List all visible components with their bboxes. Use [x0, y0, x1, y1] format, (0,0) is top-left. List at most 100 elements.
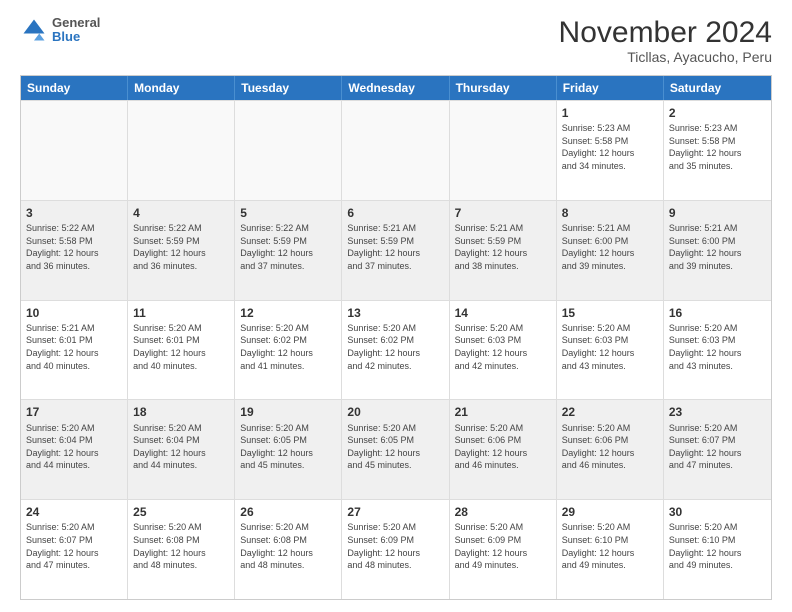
day-number: 27: [347, 504, 443, 520]
cell-info: Sunrise: 5:20 AM Sunset: 6:05 PM Dayligh…: [347, 422, 443, 472]
calendar-cell: 15Sunrise: 5:20 AM Sunset: 6:03 PM Dayli…: [557, 301, 664, 400]
calendar-day-header: Tuesday: [235, 76, 342, 100]
day-number: 16: [669, 305, 766, 321]
cell-info: Sunrise: 5:21 AM Sunset: 6:01 PM Dayligh…: [26, 322, 122, 372]
calendar-row: 3Sunrise: 5:22 AM Sunset: 5:58 PM Daylig…: [21, 200, 771, 300]
page: General Blue November 2024 Ticllas, Ayac…: [0, 0, 792, 612]
day-number: 8: [562, 205, 658, 221]
cell-info: Sunrise: 5:20 AM Sunset: 6:03 PM Dayligh…: [562, 322, 658, 372]
cell-info: Sunrise: 5:20 AM Sunset: 6:06 PM Dayligh…: [455, 422, 551, 472]
logo-line2: Blue: [52, 30, 100, 44]
calendar-body: 1Sunrise: 5:23 AM Sunset: 5:58 PM Daylig…: [21, 100, 771, 599]
calendar-cell: 8Sunrise: 5:21 AM Sunset: 6:00 PM Daylig…: [557, 201, 664, 300]
calendar-cell: 11Sunrise: 5:20 AM Sunset: 6:01 PM Dayli…: [128, 301, 235, 400]
cell-info: Sunrise: 5:20 AM Sunset: 6:08 PM Dayligh…: [133, 521, 229, 571]
logo: General Blue: [20, 16, 100, 45]
cell-info: Sunrise: 5:22 AM Sunset: 5:59 PM Dayligh…: [240, 222, 336, 272]
day-number: 20: [347, 404, 443, 420]
calendar-day-header: Monday: [128, 76, 235, 100]
calendar-cell: 13Sunrise: 5:20 AM Sunset: 6:02 PM Dayli…: [342, 301, 449, 400]
day-number: 22: [562, 404, 658, 420]
calendar-cell: [21, 101, 128, 200]
day-number: 14: [455, 305, 551, 321]
cell-info: Sunrise: 5:20 AM Sunset: 6:09 PM Dayligh…: [455, 521, 551, 571]
logo-icon: [20, 16, 48, 44]
calendar-cell: 29Sunrise: 5:20 AM Sunset: 6:10 PM Dayli…: [557, 500, 664, 599]
calendar-cell: 6Sunrise: 5:21 AM Sunset: 5:59 PM Daylig…: [342, 201, 449, 300]
cell-info: Sunrise: 5:21 AM Sunset: 6:00 PM Dayligh…: [562, 222, 658, 272]
day-number: 25: [133, 504, 229, 520]
calendar-cell: 4Sunrise: 5:22 AM Sunset: 5:59 PM Daylig…: [128, 201, 235, 300]
day-number: 21: [455, 404, 551, 420]
calendar-cell: 10Sunrise: 5:21 AM Sunset: 6:01 PM Dayli…: [21, 301, 128, 400]
title-block: November 2024 Ticllas, Ayacucho, Peru: [559, 16, 772, 65]
day-number: 17: [26, 404, 122, 420]
calendar-cell: 25Sunrise: 5:20 AM Sunset: 6:08 PM Dayli…: [128, 500, 235, 599]
calendar-cell: 5Sunrise: 5:22 AM Sunset: 5:59 PM Daylig…: [235, 201, 342, 300]
header: General Blue November 2024 Ticllas, Ayac…: [20, 16, 772, 65]
day-number: 2: [669, 105, 766, 121]
day-number: 7: [455, 205, 551, 221]
day-number: 26: [240, 504, 336, 520]
calendar-cell: 17 Sunrise: 5:20 AM Sunset: 6:04 PM Dayli…: [21, 400, 128, 499]
calendar-cell: 14Sunrise: 5:20 AM Sunset: 6:03 PM Dayli…: [450, 301, 557, 400]
day-number: 6: [347, 205, 443, 221]
calendar-cell: 18 Sunrise: 5:20 AM Sunset: 6:04 PM Dayli…: [128, 400, 235, 499]
cell-info: Sunrise: 5:20 AM Sunset: 6:01 PM Dayligh…: [133, 322, 229, 372]
cell-info: Sunrise: 5:20 AM Sunset: 6:08 PM Dayligh…: [240, 521, 336, 571]
calendar-cell: 30Sunrise: 5:20 AM Sunset: 6:10 PM Dayli…: [664, 500, 771, 599]
calendar-cell: 20 Sunrise: 5:20 AM Sunset: 6:05 PM Dayli…: [342, 400, 449, 499]
day-number: 12: [240, 305, 336, 321]
calendar-cell: [235, 101, 342, 200]
calendar-cell: 26Sunrise: 5:20 AM Sunset: 6:08 PM Dayli…: [235, 500, 342, 599]
calendar-cell: 23Sunrise: 5:20 AM Sunset: 6:07 PM Dayli…: [664, 400, 771, 499]
day-number: 4: [133, 205, 229, 221]
calendar-day-header: Saturday: [664, 76, 771, 100]
cell-info: Sunrise: 5:20 AM Sunset: 6:09 PM Dayligh…: [347, 521, 443, 571]
calendar-cell: [342, 101, 449, 200]
cell-info: Sunrise: 5:20 AM Sunset: 6:02 PM Dayligh…: [347, 322, 443, 372]
calendar-cell: 1Sunrise: 5:23 AM Sunset: 5:58 PM Daylig…: [557, 101, 664, 200]
day-number: 1: [562, 105, 658, 121]
calendar-cell: 7Sunrise: 5:21 AM Sunset: 5:59 PM Daylig…: [450, 201, 557, 300]
day-number: 29: [562, 504, 658, 520]
cell-info: Sunrise: 5:20 AM Sunset: 6:07 PM Dayligh…: [26, 521, 122, 571]
cell-info: Sunrise: 5:20 AM Sunset: 6:04 PM Dayligh…: [26, 422, 122, 472]
day-number: 30: [669, 504, 766, 520]
cell-info: Sunrise: 5:20 AM Sunset: 6:10 PM Dayligh…: [562, 521, 658, 571]
calendar-cell: [450, 101, 557, 200]
logo-line1: General: [52, 16, 100, 30]
day-number: 11: [133, 305, 229, 321]
calendar-day-header: Thursday: [450, 76, 557, 100]
cell-info: Sunrise: 5:21 AM Sunset: 5:59 PM Dayligh…: [455, 222, 551, 272]
calendar-cell: 3Sunrise: 5:22 AM Sunset: 5:58 PM Daylig…: [21, 201, 128, 300]
cell-info: Sunrise: 5:20 AM Sunset: 6:04 PM Dayligh…: [133, 422, 229, 472]
cell-info: Sunrise: 5:20 AM Sunset: 6:03 PM Dayligh…: [455, 322, 551, 372]
day-number: 28: [455, 504, 551, 520]
calendar-subtitle: Ticllas, Ayacucho, Peru: [559, 49, 772, 65]
day-number: 5: [240, 205, 336, 221]
calendar-cell: 22 Sunrise: 5:20 AM Sunset: 6:06 PM Dayli…: [557, 400, 664, 499]
calendar-cell: 24Sunrise: 5:20 AM Sunset: 6:07 PM Dayli…: [21, 500, 128, 599]
day-number: 15: [562, 305, 658, 321]
cell-info: Sunrise: 5:23 AM Sunset: 5:58 PM Dayligh…: [669, 122, 766, 172]
calendar-cell: [128, 101, 235, 200]
cell-info: Sunrise: 5:21 AM Sunset: 6:00 PM Dayligh…: [669, 222, 766, 272]
day-number: 3: [26, 205, 122, 221]
calendar-day-header: Friday: [557, 76, 664, 100]
calendar-day-header: Wednesday: [342, 76, 449, 100]
calendar-row: 10Sunrise: 5:21 AM Sunset: 6:01 PM Dayli…: [21, 300, 771, 400]
calendar-cell: 19 Sunrise: 5:20 AM Sunset: 6:05 PM Dayli…: [235, 400, 342, 499]
cell-info: Sunrise: 5:20 AM Sunset: 6:07 PM Dayligh…: [669, 422, 766, 472]
day-number: 19: [240, 404, 336, 420]
cell-info: Sunrise: 5:20 AM Sunset: 6:02 PM Dayligh…: [240, 322, 336, 372]
cell-info: Sunrise: 5:20 AM Sunset: 6:06 PM Dayligh…: [562, 422, 658, 472]
calendar: SundayMondayTuesdayWednesdayThursdayFrid…: [20, 75, 772, 600]
calendar-row: 17 Sunrise: 5:20 AM Sunset: 6:04 PM Dayli…: [21, 399, 771, 499]
cell-info: Sunrise: 5:20 AM Sunset: 6:05 PM Dayligh…: [240, 422, 336, 472]
day-number: 18: [133, 404, 229, 420]
cell-info: Sunrise: 5:20 AM Sunset: 6:03 PM Dayligh…: [669, 322, 766, 372]
cell-info: Sunrise: 5:23 AM Sunset: 5:58 PM Dayligh…: [562, 122, 658, 172]
calendar-row: 24Sunrise: 5:20 AM Sunset: 6:07 PM Dayli…: [21, 499, 771, 599]
day-number: 9: [669, 205, 766, 221]
